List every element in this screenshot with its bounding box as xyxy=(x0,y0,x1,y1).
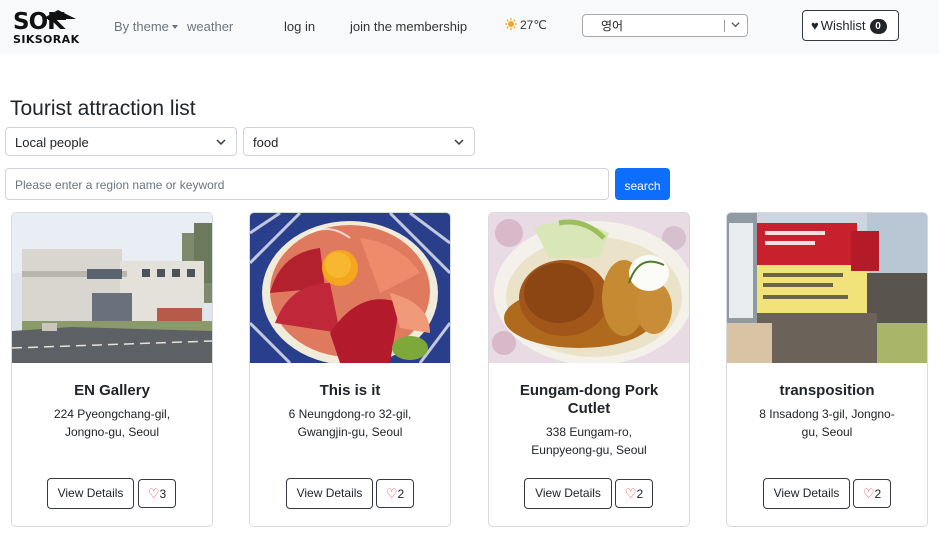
search-input-placeholder: Please enter a region name or keyword xyxy=(15,178,225,192)
attraction-card: Eungam-dong Pork Cutlet 338 Eungam-ro, E… xyxy=(488,212,690,527)
wishlist-label: Wishlist xyxy=(820,18,866,33)
like-count: 2 xyxy=(636,487,644,501)
attraction-card: This is it 6 Neungdong-ro 32-gil, Gwangj… xyxy=(249,212,451,527)
nav-join-link[interactable]: join the membership xyxy=(350,19,467,34)
heart-outline-icon: ♡ xyxy=(624,486,637,501)
card-image-gallery-building[interactable] xyxy=(12,213,212,363)
like-count: 3 xyxy=(159,487,167,501)
like-button[interactable]: ♡2 xyxy=(376,479,414,508)
language-select-value: 영어 xyxy=(601,19,624,33)
heart-solid-icon: ♥ xyxy=(811,18,819,33)
category-filter-select[interactable]: food xyxy=(243,127,475,156)
like-button[interactable]: ♡2 xyxy=(615,479,653,508)
card-address: 6 Neungdong-ro 32-gil, Gwangjin-gu, Seou… xyxy=(288,407,412,439)
like-button[interactable]: ♡3 xyxy=(138,479,176,508)
logo-text: SIKSORAK xyxy=(13,33,80,46)
siksorak-logo[interactable]: SOK SIKSORAK xyxy=(12,7,80,46)
heart-outline-icon: ♡ xyxy=(385,486,398,501)
nav-login-link[interactable]: log in xyxy=(284,19,315,34)
view-details-button[interactable]: View Details xyxy=(286,478,373,509)
category-filter-value: food xyxy=(253,135,279,150)
wishlist-button[interactable]: ♥ Wishlist 0 xyxy=(802,10,899,41)
chevron-down-icon xyxy=(216,139,226,146)
nav-weather-link[interactable]: weather xyxy=(187,19,233,34)
language-select[interactable]: 영어 xyxy=(582,14,748,37)
card-image-pork-cutlet[interactable] xyxy=(489,213,689,363)
view-details-button[interactable]: View Details xyxy=(763,478,850,509)
select-separator xyxy=(724,20,725,32)
card-address: 338 Eungam-ro, Eunpyeong-gu, Seoul xyxy=(531,425,647,457)
attraction-card: transposition 8 Insadong 3-gil, Jongno-g… xyxy=(726,212,928,527)
nav-by-theme-dropdown[interactable]: By theme xyxy=(114,19,178,34)
attraction-card: EN Gallery 224 Pyeongchang-gil, Jongno-g… xyxy=(11,212,213,527)
audience-filter-select[interactable]: Local people xyxy=(5,127,237,156)
card-address: 8 Insadong 3-gil, Jongno-gu, Seoul xyxy=(759,407,895,439)
heart-outline-icon: ♡ xyxy=(862,486,875,501)
card-image-sashimi-bowl[interactable] xyxy=(250,213,450,363)
chevron-down-icon xyxy=(731,22,740,28)
like-count: 2 xyxy=(397,487,405,501)
sun-icon xyxy=(505,18,517,30)
card-title: This is it xyxy=(319,382,381,399)
wishlist-count-badge: 0 xyxy=(869,19,887,34)
card-image-restaurant-storefront[interactable] xyxy=(727,213,927,363)
chevron-down-icon xyxy=(454,139,464,146)
like-button[interactable]: ♡2 xyxy=(853,479,891,508)
page-title: Tourist attraction list xyxy=(10,97,196,120)
card-title: transposition xyxy=(779,382,875,399)
logo-mark: SOK xyxy=(13,9,76,33)
caret-down-icon xyxy=(171,24,178,29)
navbar: SOK SIKSORAK By theme weather log in joi… xyxy=(0,0,939,54)
view-details-button[interactable]: View Details xyxy=(47,478,134,509)
like-count: 2 xyxy=(874,487,882,501)
search-input[interactable]: Please enter a region name or keyword xyxy=(5,168,609,200)
search-button[interactable]: search xyxy=(615,168,670,200)
view-details-button[interactable]: View Details xyxy=(524,478,612,509)
audience-filter-value: Local people xyxy=(15,135,89,150)
card-title: Eungam-dong Pork Cutlet xyxy=(519,382,659,417)
card-title: EN Gallery xyxy=(74,382,150,399)
weather-widget: 27℃ xyxy=(505,18,547,32)
heart-outline-icon: ♡ xyxy=(147,486,160,501)
card-address: 224 Pyeongchang-gil, Jongno-gu, Seoul xyxy=(53,407,171,439)
temperature-text: 27℃ xyxy=(520,18,547,32)
nav-by-theme-label: By theme xyxy=(114,19,169,34)
